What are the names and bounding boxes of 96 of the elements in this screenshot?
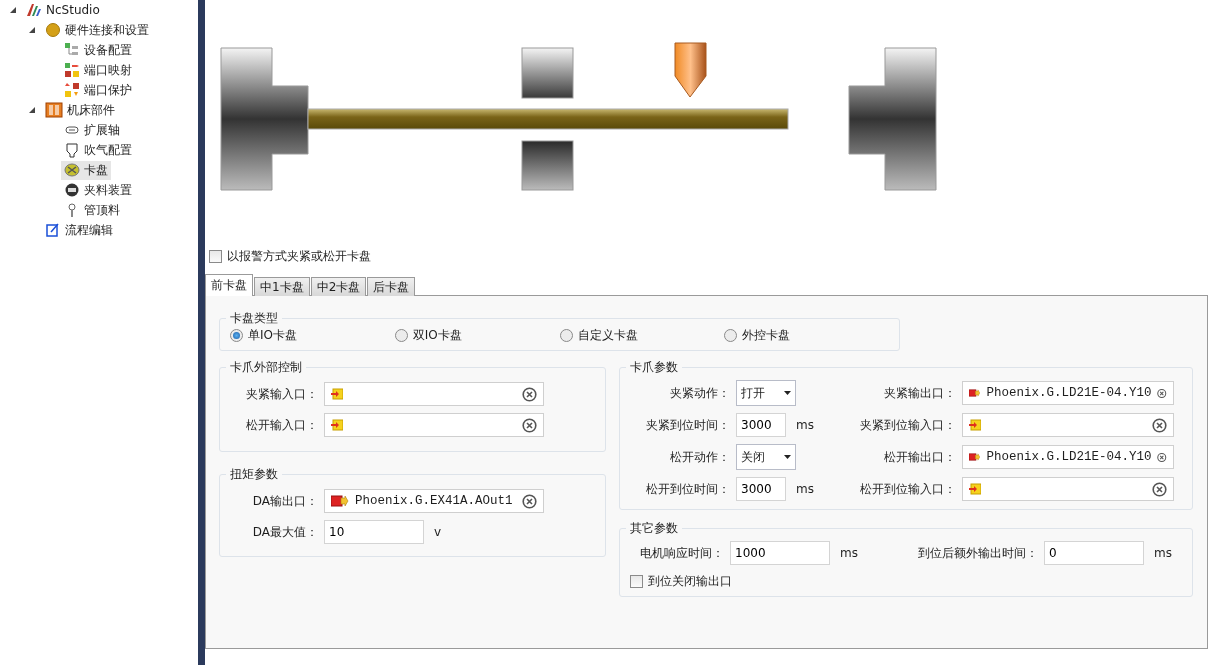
radio-label: 双IO卡盘 [412,327,462,344]
dropdown[interactable]: 关闭 [736,444,796,470]
clear-icon[interactable] [522,386,537,402]
radio-button[interactable] [394,329,408,342]
tree-item-icon [64,62,80,78]
group-title: 卡盘类型 [229,310,279,327]
field-label: 夹紧到位输入口： [859,416,956,434]
clear-icon[interactable] [1152,417,1167,433]
field-label: 松开输入口： [245,416,318,434]
field-label: 松开输出口： [883,448,956,466]
tree-item-icon [45,22,61,38]
field-label: 电机响应时间： [639,544,724,562]
checkbox[interactable] [209,250,222,263]
port-field[interactable]: Phoenix.G.EX41A.AOut1 [324,489,544,513]
field-label: DA最大值： [251,523,318,541]
dropdown[interactable]: 打开 [736,380,796,406]
port-field[interactable]: Phoenix.G.LD21E-04.Y10 [962,445,1174,469]
tree-item-icon [64,42,80,58]
checkbox-label: 以报警方式夹紧或松开卡盘 [227,248,371,265]
expander-icon[interactable] [9,6,17,14]
number-field[interactable]: 3000 [736,413,786,437]
port-field[interactable] [324,382,544,406]
group-title: 卡爪参数 [629,359,679,376]
tree-item[interactable]: 吹气配置 [61,140,135,160]
field-label: 到位后额外输出时间： [917,544,1038,562]
group-title: 卡爪外部控制 [229,359,303,376]
tab[interactable]: 前卡盘 [205,274,253,296]
field-label: 夹紧输入口： [245,385,318,403]
output-port-icon [969,387,981,399]
number-field[interactable]: 10 [324,520,424,544]
port-field[interactable] [324,413,544,437]
tab[interactable]: 中2卡盘 [310,277,367,296]
field-label: 松开到位输入口： [859,480,956,498]
radio-button[interactable] [559,329,573,342]
tree-item[interactable]: NcStudio [23,1,103,19]
unit-label: ms [1154,546,1172,560]
input-port-icon [331,388,343,400]
unit-label: v [434,525,442,539]
tab[interactable]: 中1卡盘 [254,277,310,296]
field-label: 松开动作： [669,448,730,466]
field-label: 夹紧输出口： [883,384,956,402]
lower-clamp-block [521,140,574,191]
input-port-icon [969,419,981,431]
clear-icon[interactable] [522,417,537,433]
expander-icon[interactable] [28,106,36,114]
field-label: 夹紧动作： [669,384,730,402]
number-field[interactable]: 0 [1044,541,1144,565]
output-port-icon [969,451,981,463]
radio-label: 外控卡盘 [742,327,791,344]
group-title: 其它参数 [629,520,679,537]
radio-label: 单IO卡盘 [248,327,297,344]
tree-item[interactable]: 端口保护 [61,80,135,100]
radio-button[interactable] [724,329,738,342]
tab[interactable]: 后卡盘 [367,277,416,296]
port-field[interactable]: Phoenix.G.LD21E-04.Y10 [962,381,1174,405]
unit-label: ms [840,546,858,560]
radio-label: 自定义卡盘 [577,327,638,344]
field-label: DA输出口： [251,492,318,510]
field-label: 夹紧到位时间： [645,416,730,434]
port-field[interactable] [962,477,1174,501]
tree-item-icon [26,2,42,18]
unit-label: ms [796,482,814,496]
tree-item[interactable]: 设备配置 [61,40,135,60]
number-field[interactable]: 3000 [736,477,786,501]
tree-item[interactable]: 机床部件 [42,100,118,120]
tree-item-icon [64,182,80,198]
clear-icon[interactable] [522,493,537,509]
checkbox-label: 到位关闭输出口 [648,573,732,590]
caret-icon [784,391,791,395]
field-label: 松开到位时间： [645,480,730,498]
unit-label: ms [796,418,814,432]
caret-icon [784,455,791,459]
upper-clamp-block [521,47,574,99]
clear-icon[interactable] [1152,481,1167,497]
input-port-icon [969,483,981,495]
tree-item-icon [64,142,80,158]
tree-item-icon [64,162,80,178]
group-title: 扭矩参数 [229,466,279,483]
output-port-icon [331,495,349,507]
expander-icon[interactable] [28,26,36,34]
number-field[interactable]: 1000 [730,541,830,565]
tree-item[interactable]: 硬件连接和设置 [42,20,152,40]
tree-item[interactable]: 端口映射 [61,60,135,80]
input-port-icon [331,419,343,431]
tree-item[interactable]: 卡盘 [61,160,111,180]
checkbox[interactable] [630,575,643,588]
tree-item-icon [45,222,61,238]
tree-item[interactable]: 扩展轴 [61,120,123,140]
tree-item[interactable]: 流程编辑 [42,220,116,240]
tree-item-icon [64,82,80,98]
tree-item-icon [45,102,63,118]
cutting-head-drawing [674,42,707,98]
tree-item[interactable]: 夹料装置 [61,180,135,200]
tree-item[interactable]: 管顶料 [61,200,123,220]
radio-button[interactable] [230,329,243,342]
port-field[interactable] [962,413,1174,437]
